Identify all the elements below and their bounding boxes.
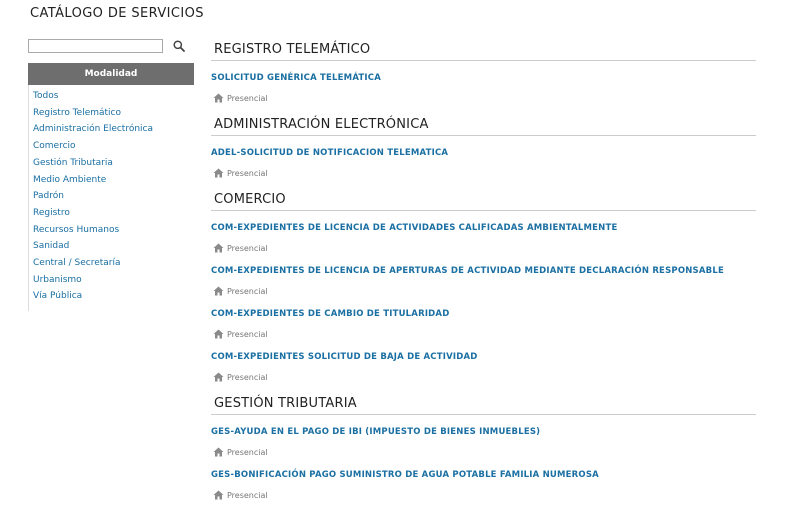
service-meta: Presencial [211, 92, 756, 104]
filter-item-comercio[interactable]: Comercio [33, 138, 194, 155]
filter-item-registro[interactable]: Registro [33, 205, 194, 222]
filter-item-via-publica[interactable]: Vía Pública [33, 288, 194, 305]
service-meta: Presencial [211, 242, 756, 254]
service-item: COM-EXPEDIENTES DE LICENCIA DE ACTIVIDAD… [211, 222, 756, 265]
filter-item-gestion-tributaria[interactable]: Gestión Tributaria [33, 155, 194, 172]
service-mode: Presencial [227, 490, 268, 500]
modalidad-filter: Modalidad Todos Registro Telemático Admi… [28, 63, 194, 312]
service-link[interactable]: SOLICITUD GENÉRICA TELEMÁTICA [211, 72, 756, 85]
section-registro-telematico: REGISTRO TELEMÁTICO SOLICITUD GENÉRICA T… [211, 40, 756, 115]
service-meta: Presencial [211, 371, 756, 383]
home-icon [213, 372, 224, 382]
service-meta: Presencial [211, 328, 756, 340]
service-link[interactable]: COM-EXPEDIENTES SOLICITUD DE BAJA DE ACT… [211, 351, 756, 364]
home-icon [213, 93, 224, 103]
service-catalog: REGISTRO TELEMÁTICO SOLICITUD GENÉRICA T… [211, 40, 756, 512]
service-item: SOLICITUD GENÉRICA TELEMÁTICA Presencial [211, 72, 756, 115]
service-mode: Presencial [227, 93, 268, 103]
service-item: ADEL-SOLICITUD DE NOTIFICACION TELEMATIC… [211, 147, 756, 190]
service-link[interactable]: COM-EXPEDIENTES DE CAMBIO DE TITULARIDAD [211, 308, 756, 321]
section-title: REGISTRO TELEMÁTICO [211, 40, 756, 61]
search-icon [173, 40, 185, 52]
filter-item-padron[interactable]: Padrón [33, 188, 194, 205]
section-title: COMERCIO [211, 190, 756, 211]
section-administracion-electronica: ADMINISTRACIÓN ELECTRÓNICA ADEL-SOLICITU… [211, 115, 756, 190]
service-link[interactable]: GES-BONIFICACIÓN PAGO SUMINISTRO DE AGUA… [211, 469, 756, 482]
service-meta: Presencial [211, 489, 756, 501]
home-icon [213, 243, 224, 253]
sidebar: Modalidad Todos Registro Telemático Admi… [28, 38, 194, 312]
home-icon [213, 490, 224, 500]
service-meta: Presencial [211, 285, 756, 297]
home-icon [213, 286, 224, 296]
filter-header: Modalidad [28, 63, 194, 85]
section-comercio: COMERCIO COM-EXPEDIENTES DE LICENCIA DE … [211, 190, 756, 394]
service-item: GES-BONIFICACIÓN PAGO SUMINISTRO DE AGUA… [211, 469, 756, 512]
service-mode: Presencial [227, 168, 268, 178]
service-item: COM-EXPEDIENTES SOLICITUD DE BAJA DE ACT… [211, 351, 756, 394]
filter-item-todos[interactable]: Todos [33, 88, 194, 105]
service-link[interactable]: COM-EXPEDIENTES DE LICENCIA DE ACTIVIDAD… [211, 222, 756, 235]
service-item: GES-AYUDA EN EL PAGO DE IBI (IMPUESTO DE… [211, 426, 756, 469]
home-icon [213, 168, 224, 178]
service-mode: Presencial [227, 286, 268, 296]
filter-item-administracion-electronica[interactable]: Administración Electrónica [33, 121, 194, 138]
section-title: GESTIÓN TRIBUTARIA [211, 394, 756, 415]
service-meta: Presencial [211, 446, 756, 458]
filter-item-sanidad[interactable]: Sanidad [33, 238, 194, 255]
service-link[interactable]: ADEL-SOLICITUD DE NOTIFICACION TELEMATIC… [211, 147, 756, 160]
home-icon [213, 447, 224, 457]
section-gestion-tributaria: GESTIÓN TRIBUTARIA GES-AYUDA EN EL PAGO … [211, 394, 756, 512]
filter-list: Todos Registro Telemático Administración… [29, 85, 194, 305]
service-mode: Presencial [227, 447, 268, 457]
service-meta: Presencial [211, 167, 756, 179]
service-mode: Presencial [227, 372, 268, 382]
search-bar [28, 38, 194, 54]
service-link[interactable]: COM-EXPEDIENTES DE LICENCIA DE APERTURAS… [211, 265, 756, 278]
filter-item-urbanismo[interactable]: Urbanismo [33, 272, 194, 289]
filter-item-registro-telematico[interactable]: Registro Telemático [33, 105, 194, 122]
service-item: COM-EXPEDIENTES DE LICENCIA DE APERTURAS… [211, 265, 756, 308]
filter-item-recursos-humanos[interactable]: Recursos Humanos [33, 222, 194, 239]
filter-item-medio-ambiente[interactable]: Medio Ambiente [33, 172, 194, 189]
service-mode: Presencial [227, 329, 268, 339]
search-input[interactable] [28, 39, 163, 53]
service-item: COM-EXPEDIENTES DE CAMBIO DE TITULARIDAD… [211, 308, 756, 351]
service-link[interactable]: GES-AYUDA EN EL PAGO DE IBI (IMPUESTO DE… [211, 426, 756, 439]
home-icon [213, 329, 224, 339]
filter-item-central-secretaria[interactable]: Central / Secretaría [33, 255, 194, 272]
section-title: ADMINISTRACIÓN ELECTRÓNICA [211, 115, 756, 136]
page-title: CATÁLOGO DE SERVICIOS [30, 6, 204, 21]
search-button[interactable] [171, 38, 187, 54]
service-mode: Presencial [227, 243, 268, 253]
